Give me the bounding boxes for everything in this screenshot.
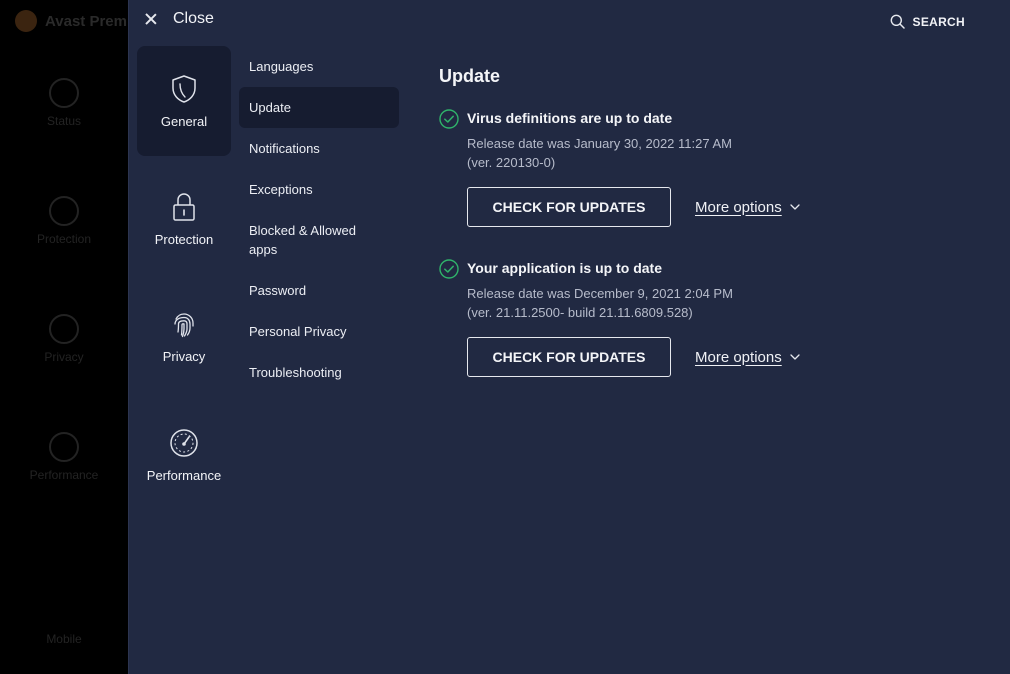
update-panel: Update Virus definitions are up to date …: [439, 60, 979, 409]
check-circle-icon: [439, 259, 459, 279]
check-circle-icon: [49, 78, 79, 108]
category-list: General Protection Privacy Performance: [137, 46, 231, 518]
section-title: Your application is up to date: [467, 260, 662, 276]
check-circle-icon: [439, 109, 459, 129]
search-label: SEARCH: [912, 14, 965, 29]
search-icon: [890, 14, 905, 29]
chevron-down-icon: [790, 354, 800, 360]
lock-icon: [49, 196, 79, 226]
background-nav-privacy: Privacy: [0, 314, 128, 364]
background-nav-performance: Performance: [0, 432, 128, 482]
section-title: Virus definitions are up to date: [467, 110, 673, 126]
background-nav-label: Protection: [36, 232, 92, 246]
more-options-label: More options: [695, 348, 782, 366]
fingerprint-icon: [174, 312, 194, 337]
settings-panel: Close SEARCH General Protection Privacy …: [128, 0, 1010, 674]
category-label: Privacy: [162, 348, 206, 364]
category-label: General: [160, 113, 208, 129]
more-options-label: More options: [695, 198, 782, 216]
background-nav-protection: Protection: [0, 196, 128, 246]
category-protection[interactable]: Protection: [137, 164, 231, 274]
virus-definitions-section: Virus definitions are up to date Release…: [439, 109, 979, 227]
release-date: Release date was December 9, 2021 2:04 P…: [467, 286, 733, 301]
submenu-troubleshooting[interactable]: Troubleshooting: [239, 352, 399, 393]
submenu-blocked-allowed-apps[interactable]: Blocked & Allowed apps: [239, 210, 389, 270]
background-app-logo: Avast Premi: [15, 10, 131, 32]
close-label: Close: [173, 10, 214, 27]
category-label: Performance: [146, 467, 222, 483]
avast-logo-icon: [15, 10, 37, 32]
background-nav-mobile: Mobile: [0, 632, 128, 646]
more-options-link[interactable]: More options: [695, 199, 800, 216]
section-actions: CHECK FOR UPDATES More options: [467, 337, 979, 377]
submenu-update[interactable]: Update: [239, 87, 399, 128]
version-text: (ver. 220130-0): [467, 155, 556, 170]
background-app-sidebar: Avast Premi Status Protection Privacy Pe…: [0, 0, 131, 674]
search-button[interactable]: SEARCH: [890, 14, 965, 29]
lock-icon: [173, 192, 195, 221]
check-for-updates-button[interactable]: CHECK FOR UPDATES: [467, 337, 671, 377]
application-section: Your application is up to date Release d…: [439, 259, 979, 377]
chevron-down-icon: [790, 204, 800, 210]
close-button[interactable]: Close: [143, 10, 214, 28]
category-general[interactable]: General: [137, 46, 231, 156]
page-title: Update: [439, 66, 501, 86]
release-date: Release date was January 30, 2022 11:27 …: [467, 136, 732, 151]
submenu-exceptions[interactable]: Exceptions: [239, 169, 399, 210]
speedometer-icon: [170, 428, 198, 457]
submenu-languages[interactable]: Languages: [239, 46, 399, 87]
check-for-updates-button[interactable]: CHECK FOR UPDATES: [467, 187, 671, 227]
speedometer-icon: [49, 432, 79, 462]
category-privacy[interactable]: Privacy: [137, 282, 231, 392]
more-options-link[interactable]: More options: [695, 349, 800, 366]
settings-topbar: Close SEARCH: [129, 0, 1010, 44]
background-nav-label: Performance: [29, 468, 99, 482]
background-app-title: Avast Premi: [45, 12, 132, 30]
background-nav-label: Mobile: [46, 632, 82, 646]
fingerprint-icon: [49, 314, 79, 344]
shield-icon: [172, 74, 196, 103]
version-text: (ver. 21.11.2500- build 21.11.6809.528): [467, 305, 693, 320]
submenu-personal-privacy[interactable]: Personal Privacy: [239, 311, 399, 352]
category-label: Protection: [154, 231, 214, 247]
background-nav-label: Privacy: [44, 350, 84, 364]
submenu-notifications[interactable]: Notifications: [239, 128, 399, 169]
section-actions: CHECK FOR UPDATES More options: [467, 187, 979, 227]
submenu-password[interactable]: Password: [239, 270, 399, 311]
close-icon: [143, 11, 159, 27]
category-performance[interactable]: Performance: [137, 400, 231, 510]
background-nav-status: Status: [0, 78, 128, 128]
background-nav-label: Status: [46, 114, 82, 128]
general-submenu: Languages Update Notifications Exception…: [239, 46, 399, 393]
